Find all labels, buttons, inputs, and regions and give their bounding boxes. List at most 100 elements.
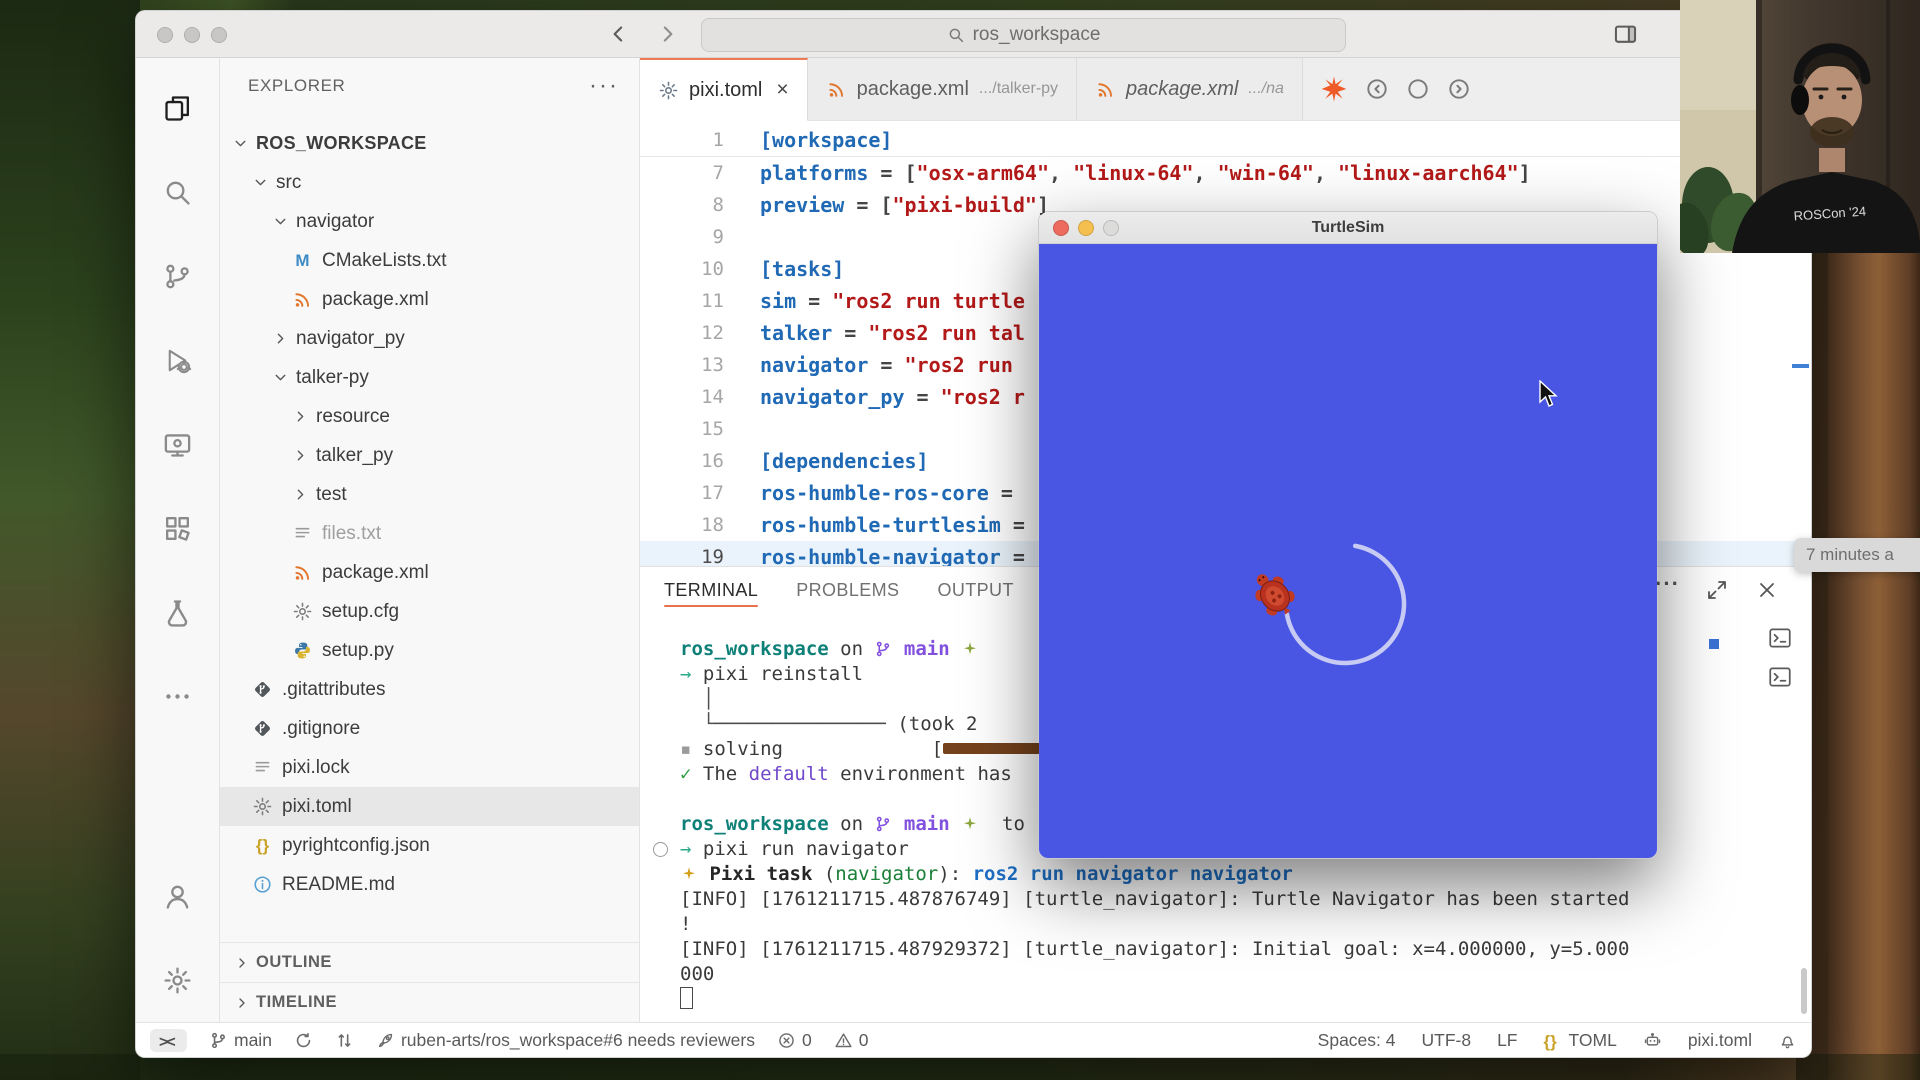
status-git-sync[interactable]	[294, 1031, 313, 1050]
line-number: 14	[640, 381, 724, 413]
layout-panel-icon[interactable]	[1612, 21, 1639, 48]
file-tree-item-ros-workspace[interactable]: ROS_WORKSPACE	[220, 124, 639, 163]
status-errors[interactable]: 0	[777, 1030, 812, 1051]
turtlesim-zoom-button[interactable]	[1103, 220, 1119, 236]
timestamp-note-text: 7 minutes a	[1806, 545, 1894, 565]
starburst-icon[interactable]	[1319, 74, 1349, 104]
activity-item-testing[interactable]	[136, 570, 219, 654]
explorer-header: EXPLORER ···	[220, 58, 639, 114]
file-tree-item--gitignore[interactable]: .gitignore	[220, 709, 639, 748]
turtlesim-canvas[interactable]	[1039, 244, 1657, 859]
terminal-scrollbar[interactable]	[1801, 968, 1807, 1014]
file-label: pixi.lock	[282, 757, 350, 779]
status-remote-indicator[interactable]: ><	[150, 1029, 187, 1052]
gear-file-icon	[658, 80, 679, 101]
file-tree-item-talker-py[interactable]: talker_py	[220, 436, 639, 475]
activity-item-run-debug[interactable]	[136, 318, 219, 402]
status-eol[interactable]: LF	[1497, 1030, 1517, 1051]
git-file-icon	[252, 679, 273, 700]
file-label: README.md	[282, 874, 395, 896]
status-copilot[interactable]	[1643, 1031, 1662, 1050]
turtlesim-window[interactable]: TurtleSim	[1038, 211, 1658, 859]
status-label: 0	[859, 1030, 869, 1051]
status-notifications[interactable]	[1778, 1031, 1797, 1050]
code-line-7[interactable]: 7platforms = ["osx-arm64", "linux-64", "…	[640, 157, 1811, 189]
status-encoding[interactable]: UTF-8	[1422, 1030, 1472, 1051]
minimize-window-button[interactable]	[184, 27, 200, 43]
explorer-more-actions[interactable]: ···	[589, 72, 619, 100]
terminal-instance-icon[interactable]	[1767, 625, 1793, 651]
file-tree-item-package-xml[interactable]: package.xml	[220, 280, 639, 319]
activity-item-source-control[interactable]	[136, 234, 219, 318]
forward-icon[interactable]	[654, 21, 680, 47]
branch-icon	[209, 1031, 228, 1050]
branch-icon	[874, 640, 892, 658]
editor-tab-package-xml[interactable]: package.xml.../na	[1077, 58, 1303, 120]
file-tree-item-navigator-py[interactable]: navigator_py	[220, 319, 639, 358]
remote-icon: ><	[159, 1031, 178, 1050]
status-git-branch[interactable]: main	[209, 1030, 272, 1051]
status-label: UTF-8	[1422, 1030, 1472, 1051]
file-tree-item-readme-md[interactable]: README.md	[220, 865, 639, 904]
turtlesim-titlebar[interactable]: TurtleSim	[1039, 212, 1657, 244]
turtlesim-close-button[interactable]	[1053, 220, 1069, 236]
activity-item-more-views[interactable]	[136, 654, 219, 738]
expand-icon[interactable]	[1705, 578, 1729, 602]
sidebar-section-outline[interactable]: OUTLINE	[220, 942, 639, 982]
ellipsis-icon[interactable]: ···	[1655, 578, 1679, 602]
circ-icon[interactable]	[1405, 76, 1431, 102]
activity-item-settings[interactable]	[136, 938, 219, 1022]
file-tree-item--gitattributes[interactable]: .gitattributes	[220, 670, 639, 709]
file-tree-item-setup-cfg[interactable]: setup.cfg	[220, 592, 639, 631]
activity-item-account[interactable]	[136, 854, 219, 938]
file-label: navigator	[296, 211, 374, 233]
file-tree-item-test[interactable]: test	[220, 475, 639, 514]
panel-tab-problems[interactable]: PROBLEMS	[796, 567, 899, 613]
file-tree-item-pixi-toml[interactable]: pixi.toml	[220, 787, 639, 826]
circL-icon[interactable]	[1364, 76, 1390, 102]
file-tree-item-navigator[interactable]: navigator	[220, 202, 639, 241]
back-icon[interactable]	[606, 21, 632, 47]
listi-file-icon	[292, 523, 313, 544]
file-label: pixi.toml	[282, 796, 352, 818]
file-tree-item-resource[interactable]: resource	[220, 397, 639, 436]
activity-item-remote-explorer[interactable]	[136, 402, 219, 486]
file-tree-item-cmakelists-txt[interactable]: MCMakeLists.txt	[220, 241, 639, 280]
file-tree-item-talker-py[interactable]: talker-py	[220, 358, 639, 397]
activity-item-search[interactable]	[136, 150, 219, 234]
terminal-instance-icon[interactable]	[1767, 664, 1793, 690]
activity-item-extensions[interactable]	[136, 486, 219, 570]
zoom-window-button[interactable]	[211, 27, 227, 43]
command-center-search[interactable]: ros_workspace	[701, 18, 1346, 52]
sidebar-section-timeline[interactable]: TIMELINE	[220, 982, 639, 1022]
file-tree-item-files-txt[interactable]: files.txt	[220, 514, 639, 553]
code-line-1[interactable]: 1[workspace]	[640, 124, 1811, 157]
turtlesim-window-controls	[1053, 220, 1119, 236]
file-tree-item-src[interactable]: src	[220, 163, 639, 202]
line-number: 19	[640, 541, 724, 566]
file-tree-item-setup-py[interactable]: setup.py	[220, 631, 639, 670]
file-tree-item-pixi-lock[interactable]: pixi.lock	[220, 748, 639, 787]
status-indentation[interactable]: Spaces: 4	[1318, 1030, 1396, 1051]
error-icon	[777, 1031, 796, 1050]
turtlesim-minimize-button[interactable]	[1078, 220, 1094, 236]
editor-tab-package-xml[interactable]: package.xml.../talker-py	[808, 58, 1077, 120]
file-label: setup.cfg	[322, 601, 399, 623]
close-window-button[interactable]	[157, 27, 173, 43]
close-icon[interactable]	[1755, 578, 1779, 602]
code-text: navigator_py = "ros2 r	[760, 381, 1025, 413]
status-language-mode[interactable]: {}TOML	[1544, 1030, 1617, 1051]
panel-tab-output[interactable]: OUTPUT	[937, 567, 1013, 613]
activity-item-explorer[interactable]	[136, 66, 219, 150]
panel-tab-terminal[interactable]: TERMINAL	[664, 567, 758, 613]
editor-tab-pixi-toml[interactable]: pixi.toml×	[640, 58, 808, 121]
status-pr-status[interactable]: ruben-arts/ros_workspace#6 needs reviewe…	[376, 1030, 755, 1051]
circR-icon[interactable]	[1446, 76, 1472, 102]
close-tab-icon[interactable]: ×	[776, 78, 788, 102]
status-active-file[interactable]: pixi.toml	[1688, 1030, 1752, 1051]
status-git-compare[interactable]	[335, 1031, 354, 1050]
file-tree-item-package-xml[interactable]: package.xml	[220, 553, 639, 592]
file-tree-item-pyrightconfig-json[interactable]: {}pyrightconfig.json	[220, 826, 639, 865]
status-warnings[interactable]: 0	[834, 1030, 869, 1051]
command-decoration-icon[interactable]	[653, 842, 668, 857]
